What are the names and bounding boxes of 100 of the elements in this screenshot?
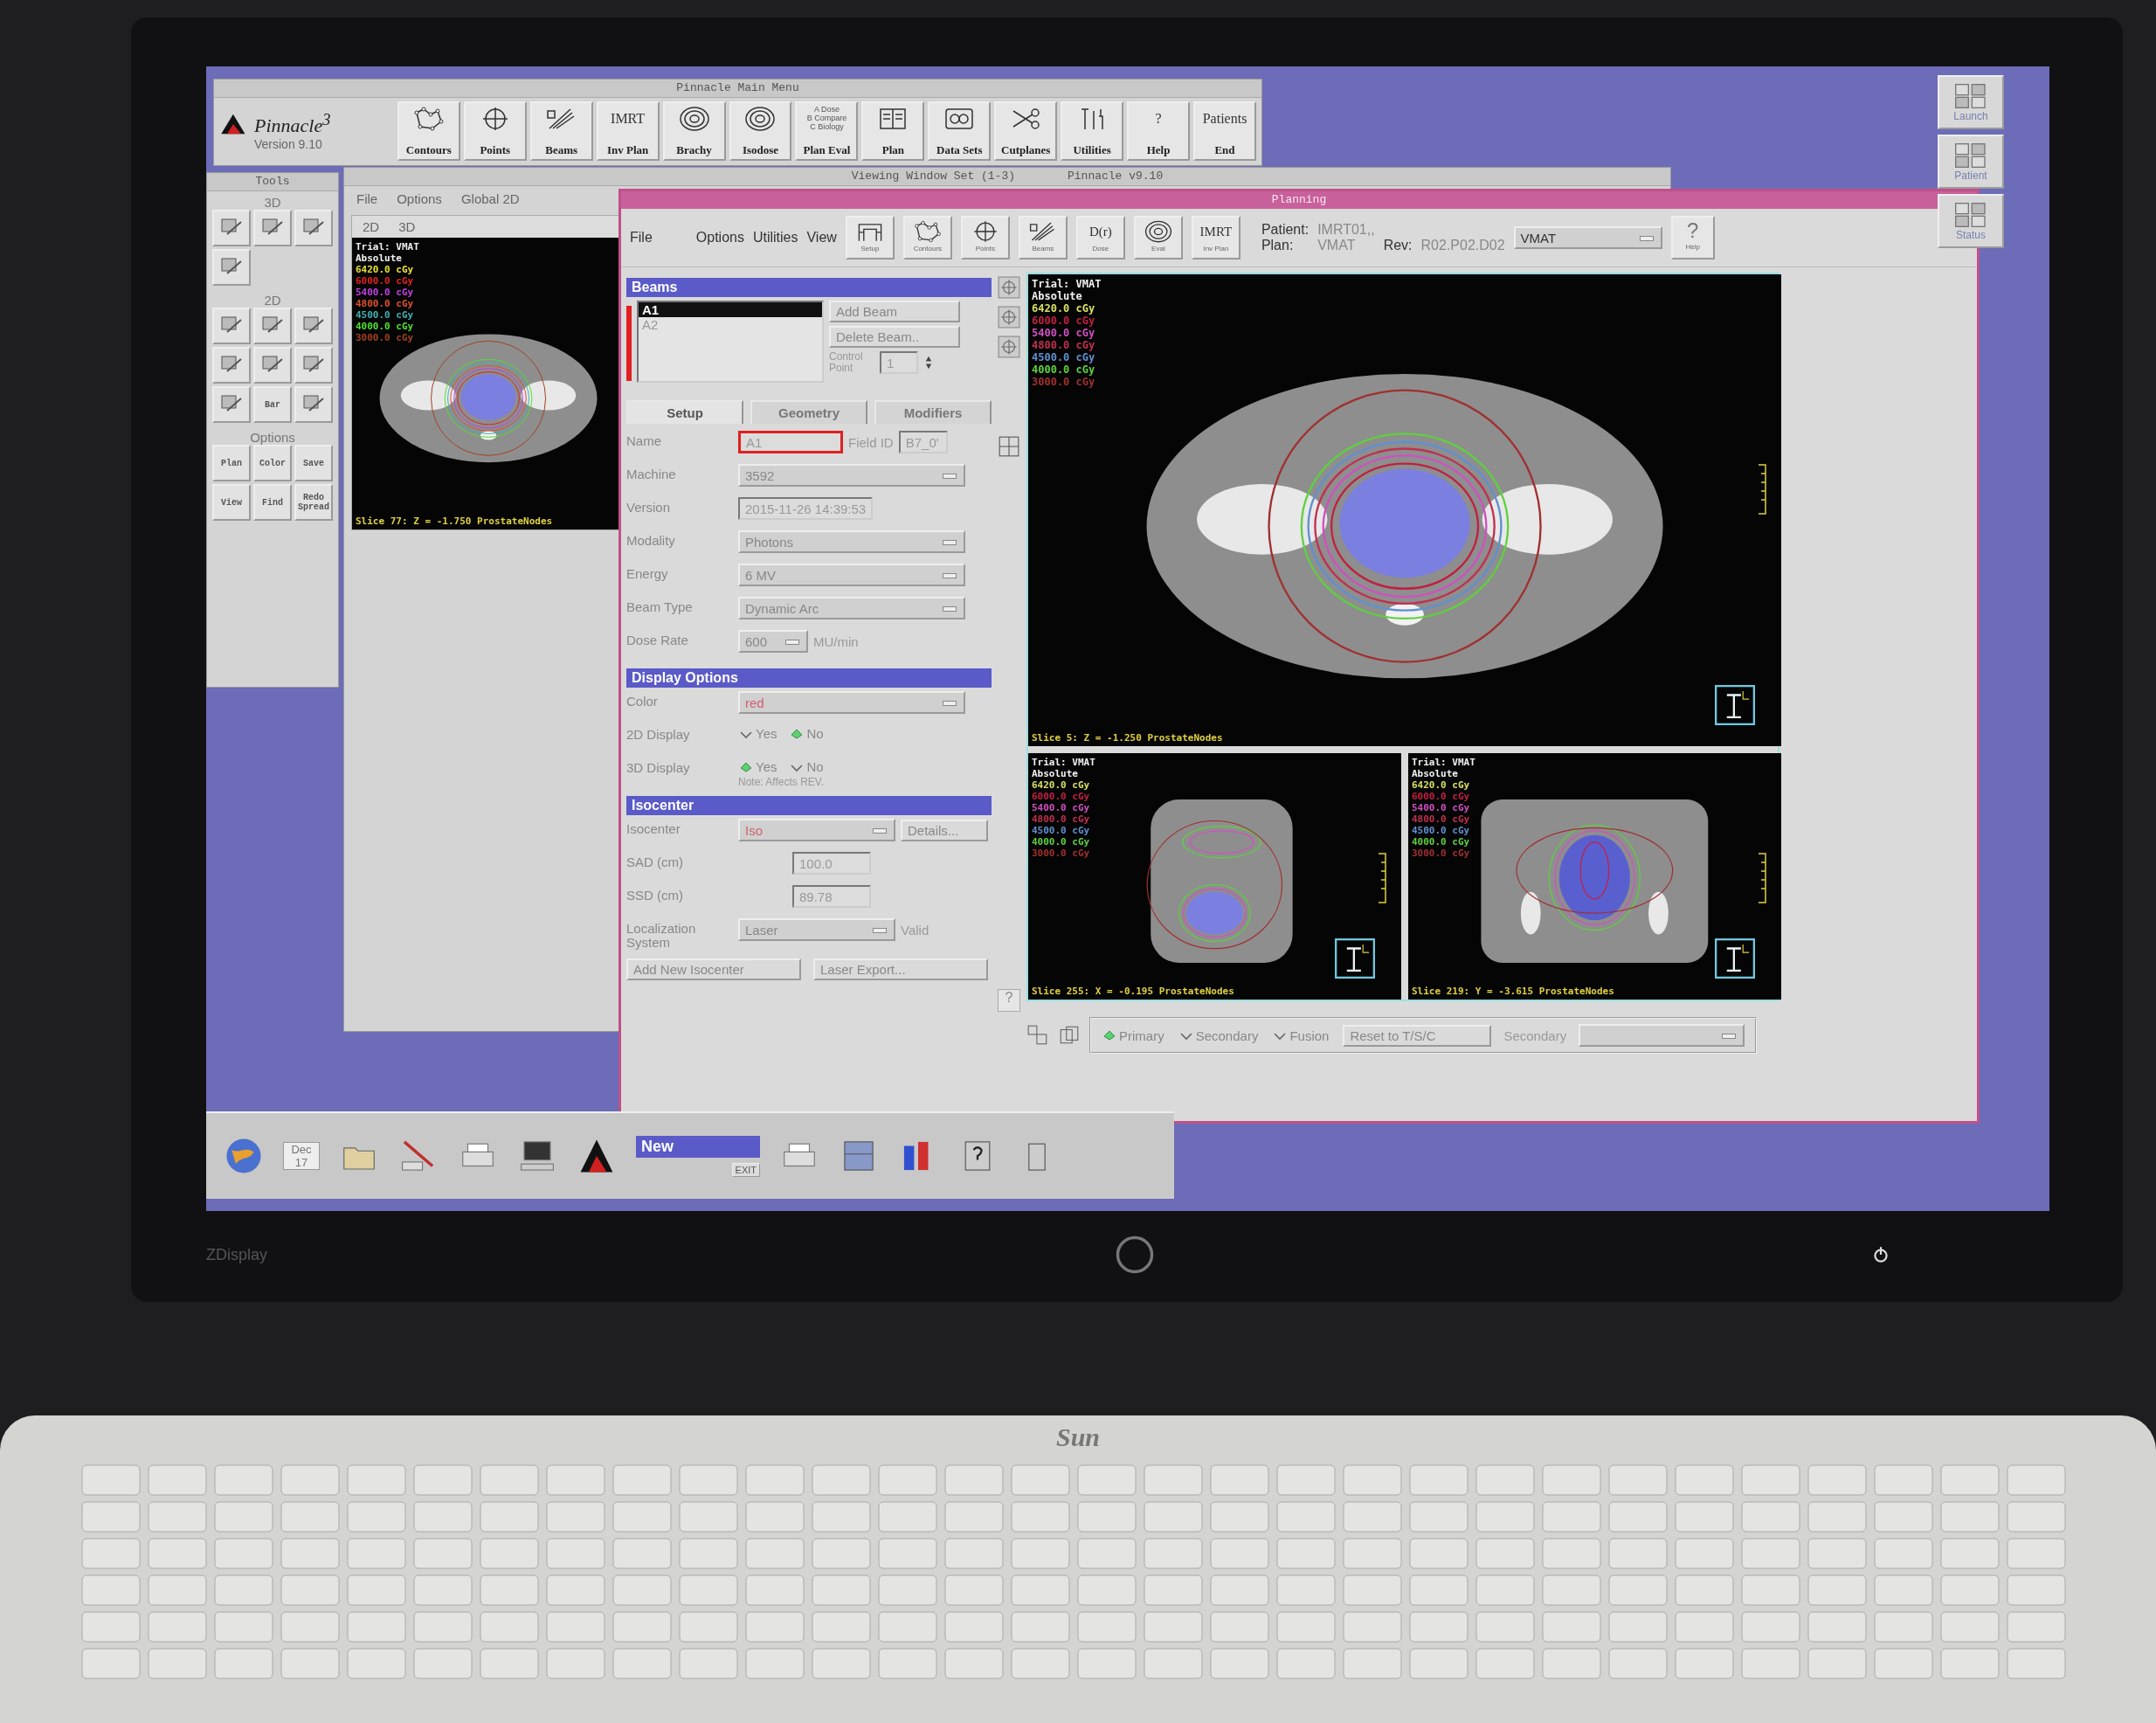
- launch-panel-button[interactable]: Launch: [1938, 75, 2004, 129]
- isodose-label: 4800.0 cGy: [1032, 339, 1096, 351]
- isocenter-button[interactable]: Laser Export...: [813, 958, 988, 980]
- launch-panel-button[interactable]: Patient: [1938, 135, 2004, 189]
- scale-icon: [1377, 851, 1387, 904]
- slice-label: Slice 255: X = -0.195 ProstateNodes: [1032, 986, 1234, 997]
- section-header: Beams: [626, 278, 992, 297]
- toolbar-button[interactable]: Contours: [902, 216, 952, 259]
- crosshair-icon[interactable]: [998, 306, 1020, 329]
- dose-mode-label: Absolute: [1412, 768, 1459, 779]
- tab[interactable]: Setup: [626, 400, 743, 424]
- tool-button[interactable]: [212, 347, 251, 384]
- menu-item[interactable]: Global 2D: [460, 191, 520, 206]
- exit-button[interactable]: EXIT: [731, 1162, 760, 1177]
- tool-button[interactable]: Bar: [253, 386, 292, 423]
- slice-label: Slice 219: Y = -3.615 ProstateNodes: [1412, 986, 1614, 997]
- toolbar-button[interactable]: Points: [463, 101, 527, 161]
- toolbar-button[interactable]: Utilities: [1061, 101, 1124, 161]
- note-text: Note: Affects REV.: [738, 776, 826, 788]
- tool-button[interactable]: [294, 210, 333, 246]
- toolbar-button[interactable]: Data Sets: [928, 101, 992, 161]
- toolbar-button[interactable]: Cutplanes: [994, 101, 1058, 161]
- workspace-field[interactable]: New: [636, 1135, 760, 1158]
- view-tab[interactable]: 3D: [398, 219, 416, 234]
- calendar-button[interactable]: Dec 17: [283, 1142, 320, 1170]
- radio-option[interactable]: Yes: [738, 724, 779, 743]
- grid-icon[interactable]: [998, 435, 1020, 458]
- tool-button[interactable]: Redo Spread: [294, 484, 333, 521]
- toolbar-button[interactable]: Beams: [1018, 216, 1068, 259]
- menu-item[interactable]: Options: [397, 191, 442, 206]
- tab[interactable]: Geometry: [750, 400, 867, 424]
- menu-item[interactable]: View: [806, 230, 837, 246]
- menu-item[interactable]: File: [356, 191, 378, 206]
- toolbar-button[interactable]: Points: [960, 216, 1010, 259]
- radio-option[interactable]: Fusion: [1272, 1026, 1331, 1045]
- launch-panel-button[interactable]: Status: [1938, 194, 2004, 248]
- spinner-arrows-icon[interactable]: [925, 355, 932, 370]
- icon-text: C Biology: [809, 122, 845, 131]
- toolbar-button[interactable]: IMRT Inv Plan: [1191, 216, 1240, 259]
- tool-button[interactable]: [253, 210, 292, 246]
- window-title: Planning: [621, 191, 1977, 209]
- crosshair-icon[interactable]: [998, 276, 1020, 299]
- tool-button[interactable]: [212, 308, 251, 344]
- beam-button[interactable]: Delete Beam..: [829, 326, 960, 348]
- toolbar-button[interactable]: Plan: [861, 101, 925, 161]
- menu-item[interactable]: Utilities: [752, 230, 798, 246]
- toolbar-button[interactable]: Setup: [845, 216, 895, 259]
- tool-button[interactable]: [253, 347, 292, 384]
- tool-button[interactable]: Save: [294, 445, 333, 481]
- details-button[interactable]: Details...: [901, 819, 988, 841]
- field-label: Color: [626, 693, 659, 709]
- power-icon[interactable]: [1871, 1245, 1890, 1264]
- beam-list-item[interactable]: A1: [639, 302, 822, 317]
- toolbar-button[interactable]: Isodose: [729, 101, 792, 161]
- tool-button[interactable]: Plan: [212, 445, 251, 481]
- radio-option[interactable]: No: [789, 758, 826, 776]
- tool-button[interactable]: [294, 347, 333, 384]
- menu-item[interactable]: Options: [695, 230, 744, 246]
- layout-icon[interactable]: [1026, 1024, 1049, 1047]
- field-label: Machine: [626, 466, 677, 481]
- help-button[interactable]: ?: [998, 989, 1020, 1012]
- tool-button[interactable]: [212, 386, 251, 423]
- toolbar-button[interactable]: IMRT Inv Plan: [596, 101, 660, 161]
- toolbar-button[interactable]: A Dose B Compare C Biology Plan Eval: [795, 101, 859, 161]
- tool-button[interactable]: Color: [253, 445, 292, 481]
- dropdown[interactable]: [1579, 1024, 1745, 1047]
- toolbar-button[interactable]: Contours: [397, 101, 460, 161]
- radio-option[interactable]: Secondary: [1178, 1026, 1261, 1045]
- reset-button[interactable]: Reset to T/S/C: [1343, 1024, 1492, 1047]
- tool-button[interactable]: [253, 308, 292, 344]
- toolbar-button[interactable]: Eval: [1133, 216, 1183, 259]
- field-label: Modality: [626, 532, 676, 548]
- radio-option[interactable]: No: [789, 724, 826, 743]
- toolbar-button[interactable]: Beams: [529, 101, 593, 161]
- tool-button[interactable]: [212, 210, 251, 246]
- isocenter-button[interactable]: Add New Isocenter: [626, 958, 801, 980]
- toolbar-button[interactable]: D(r) Dose: [1075, 216, 1125, 259]
- section-header: Isocenter: [626, 796, 992, 815]
- tab[interactable]: Modifiers: [874, 400, 992, 424]
- trial-dropdown[interactable]: VMAT: [1513, 226, 1662, 249]
- view-tab[interactable]: 2D: [363, 219, 380, 234]
- menu-item[interactable]: File: [630, 230, 653, 246]
- tool-button[interactable]: [294, 386, 333, 423]
- radio-option[interactable]: Yes: [738, 758, 779, 776]
- tool-button[interactable]: Find: [253, 484, 292, 521]
- toolbar-button[interactable]: Brachy: [662, 101, 726, 161]
- radio-option[interactable]: Primary: [1102, 1026, 1166, 1045]
- tool-button[interactable]: View: [212, 484, 251, 521]
- beam-button[interactable]: Add Beam: [829, 301, 960, 322]
- slice-label: Slice 5: Z = -1.250 ProstateNodes: [1032, 732, 1223, 744]
- crosshair-icon[interactable]: [998, 336, 1020, 358]
- toolbar-button[interactable]: Patients End: [1193, 101, 1256, 161]
- tool-button[interactable]: [294, 308, 333, 344]
- isodose-label: 6000.0 cGy: [1412, 791, 1471, 802]
- field-label: Isocenter: [626, 820, 681, 836]
- dose-mode-label: Absolute: [1032, 290, 1083, 302]
- tool-button[interactable]: [212, 249, 251, 286]
- help-button[interactable]: ? Help: [1670, 216, 1715, 259]
- trial-label: Trial: VMAT: [356, 241, 419, 253]
- toolbar-button[interactable]: ? Help: [1127, 101, 1191, 161]
